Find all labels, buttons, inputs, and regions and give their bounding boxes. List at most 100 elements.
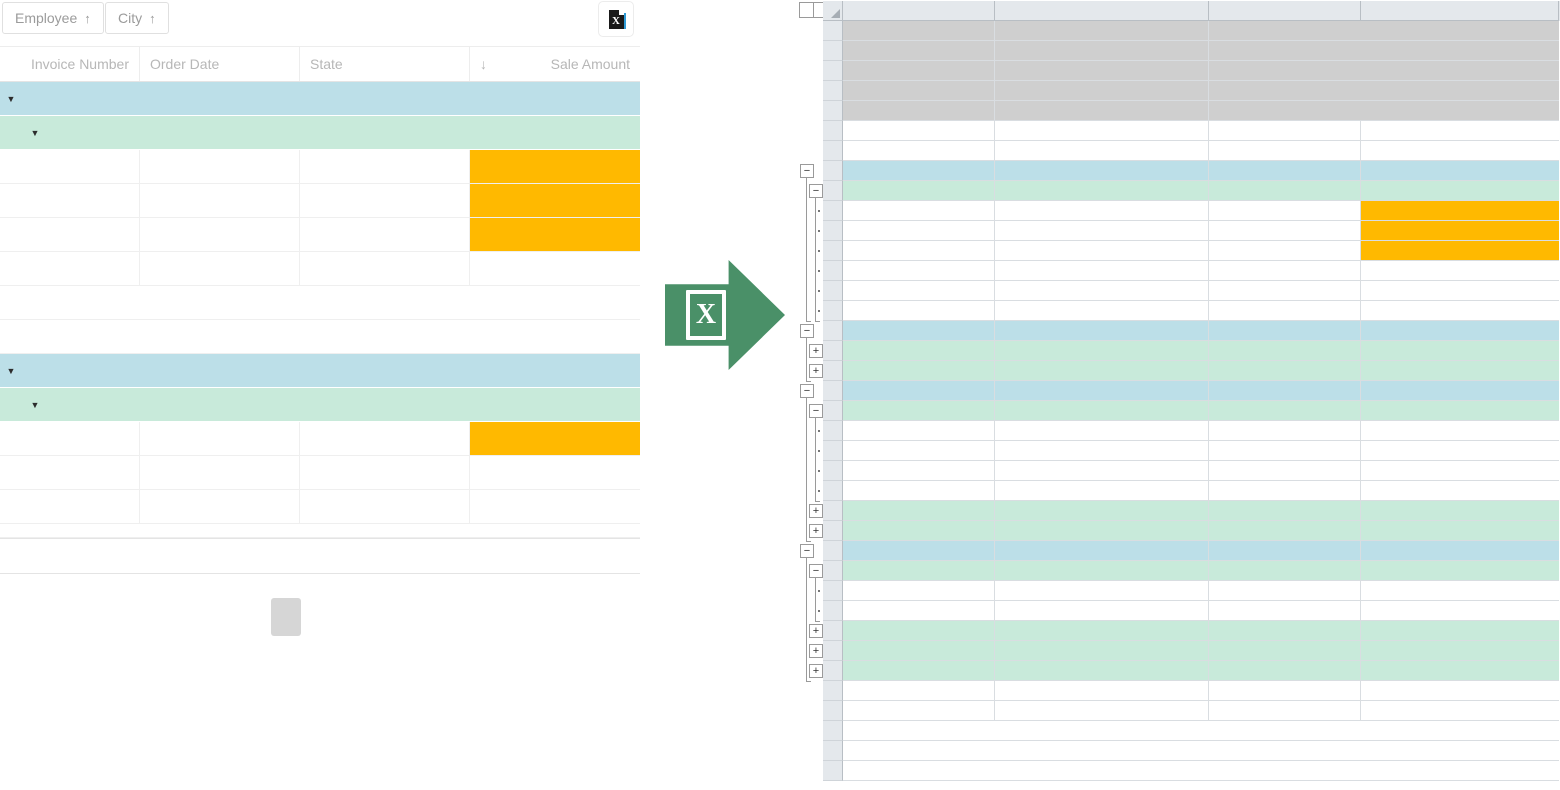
group-row-city[interactable]: ▼ — [0, 388, 640, 422]
excel-cell-d — [1361, 701, 1559, 721]
excel-row-number[interactable] — [823, 21, 843, 41]
excel-row-number[interactable] — [823, 181, 843, 201]
outline-expand-button[interactable]: + — [809, 504, 823, 518]
excel-row-number[interactable] — [823, 721, 843, 741]
sort-asc-icon[interactable]: ↑ — [149, 11, 156, 26]
excel-row-number[interactable] — [823, 501, 843, 521]
excel-row-number[interactable] — [823, 701, 843, 721]
excel-cell-c — [1209, 181, 1361, 201]
excel-row-number[interactable] — [823, 641, 843, 661]
outline-collapse-button[interactable]: − — [800, 544, 814, 558]
outline-collapse-button[interactable]: − — [809, 184, 823, 198]
excel-row-number[interactable] — [823, 241, 843, 261]
column-header-C[interactable] — [1209, 1, 1361, 21]
outline-collapse-button[interactable]: − — [800, 384, 814, 398]
excel-row-number[interactable] — [823, 441, 843, 461]
outline-collapse-button[interactable]: − — [809, 564, 823, 578]
excel-row-number[interactable] — [823, 421, 843, 441]
group-row-city[interactable]: ▼ — [0, 116, 640, 150]
excel-row — [823, 201, 1560, 221]
excel-row-number[interactable] — [823, 61, 843, 81]
column-header-order-date[interactable]: Order Date — [140, 47, 300, 81]
excel-row-number[interactable] — [823, 261, 843, 281]
outline-expand-button[interactable]: + — [809, 624, 823, 638]
excel-row-number[interactable] — [823, 321, 843, 341]
outline-collapse-button[interactable]: − — [800, 324, 814, 338]
excel-cell-b — [995, 41, 1209, 61]
excel-row-number[interactable] — [823, 281, 843, 301]
outline-expand-button[interactable]: + — [809, 664, 823, 678]
excel-cell-b — [995, 661, 1209, 681]
outline-collapse-button[interactable]: − — [800, 164, 814, 178]
outline-expand-button[interactable]: + — [809, 364, 823, 378]
excel-row-number[interactable] — [823, 521, 843, 541]
table-row[interactable] — [0, 150, 640, 184]
excel-rows-container — [823, 21, 1560, 781]
column-header-B[interactable] — [995, 1, 1209, 21]
excel-row-number[interactable] — [823, 81, 843, 101]
excel-cell-c — [1209, 501, 1361, 521]
column-header-A[interactable] — [843, 1, 995, 21]
table-row[interactable] — [0, 422, 640, 456]
excel-cell-d — [1361, 121, 1559, 141]
excel-row-number[interactable] — [823, 681, 843, 701]
excel-row-number[interactable] — [823, 101, 843, 121]
pager-page-2[interactable] — [305, 598, 335, 636]
excel-row-number[interactable] — [823, 41, 843, 61]
group-row-employee[interactable]: ▼ — [0, 354, 640, 388]
table-row[interactable] — [0, 490, 640, 524]
excel-row-number[interactable] — [823, 581, 843, 601]
excel-row-number[interactable] — [823, 461, 843, 481]
table-row[interactable] — [0, 252, 640, 286]
column-header-D[interactable] — [1361, 1, 1559, 21]
excel-row-number[interactable] — [823, 741, 843, 761]
excel-row-number[interactable] — [823, 121, 843, 141]
table-row[interactable] — [0, 456, 640, 490]
column-header-state[interactable]: State — [300, 47, 470, 81]
excel-row-number[interactable] — [823, 621, 843, 641]
pager-page-3[interactable] — [339, 598, 369, 636]
group-chip-employee[interactable]: Employee ↑ — [2, 2, 104, 34]
excel-row-number[interactable] — [823, 481, 843, 501]
excel-row-number[interactable] — [823, 661, 843, 681]
outline-collapse-button[interactable]: − — [809, 404, 823, 418]
column-header-sale-amount[interactable]: ↓ Sale Amount — [470, 47, 640, 81]
column-header-invoice-number[interactable]: Invoice Number — [0, 47, 140, 81]
export-to-excel-button[interactable]: X — [598, 1, 634, 37]
outline-expand-button[interactable]: + — [809, 644, 823, 658]
excel-row-number[interactable] — [823, 601, 843, 621]
sort-asc-icon[interactable]: ↑ — [84, 11, 91, 26]
excel-row-number[interactable] — [823, 761, 843, 781]
excel-row-number[interactable] — [823, 221, 843, 241]
collapse-triangle-icon[interactable]: ▼ — [24, 128, 46, 138]
group-row-employee[interactable]: ▼ — [0, 82, 640, 116]
excel-row-number[interactable] — [823, 161, 843, 181]
excel-row-number[interactable] — [823, 301, 843, 321]
collapse-triangle-icon[interactable]: ▼ — [24, 400, 46, 410]
outline-level-button-1[interactable] — [799, 2, 814, 18]
table-row[interactable] — [0, 184, 640, 218]
excel-row — [823, 221, 1560, 241]
collapse-triangle-icon[interactable]: ▼ — [0, 94, 22, 104]
table-row[interactable] — [0, 218, 640, 252]
sort-desc-icon[interactable]: ↓ — [480, 56, 487, 72]
pager-page-1[interactable] — [271, 598, 301, 636]
excel-row-number[interactable] — [823, 141, 843, 161]
excel-cell-a — [843, 521, 995, 541]
excel-row-number[interactable] — [823, 381, 843, 401]
excel-row-number[interactable] — [823, 361, 843, 381]
excel-row-number[interactable] — [823, 561, 843, 581]
outline-expand-button[interactable]: + — [809, 524, 823, 538]
collapse-triangle-icon[interactable]: ▼ — [0, 366, 22, 376]
excel-row-number[interactable] — [823, 341, 843, 361]
group-chip-city[interactable]: City ↑ — [105, 2, 169, 34]
excel-row-number[interactable] — [823, 201, 843, 221]
excel-cell-d — [1361, 201, 1559, 221]
excel-row — [823, 541, 1560, 561]
select-all-corner[interactable] — [823, 1, 843, 21]
excel-row-number[interactable] — [823, 541, 843, 561]
outline-expand-button[interactable]: + — [809, 344, 823, 358]
excel-cell-c — [1209, 541, 1361, 561]
excel-cell-d — [1361, 321, 1559, 341]
excel-row-number[interactable] — [823, 401, 843, 421]
